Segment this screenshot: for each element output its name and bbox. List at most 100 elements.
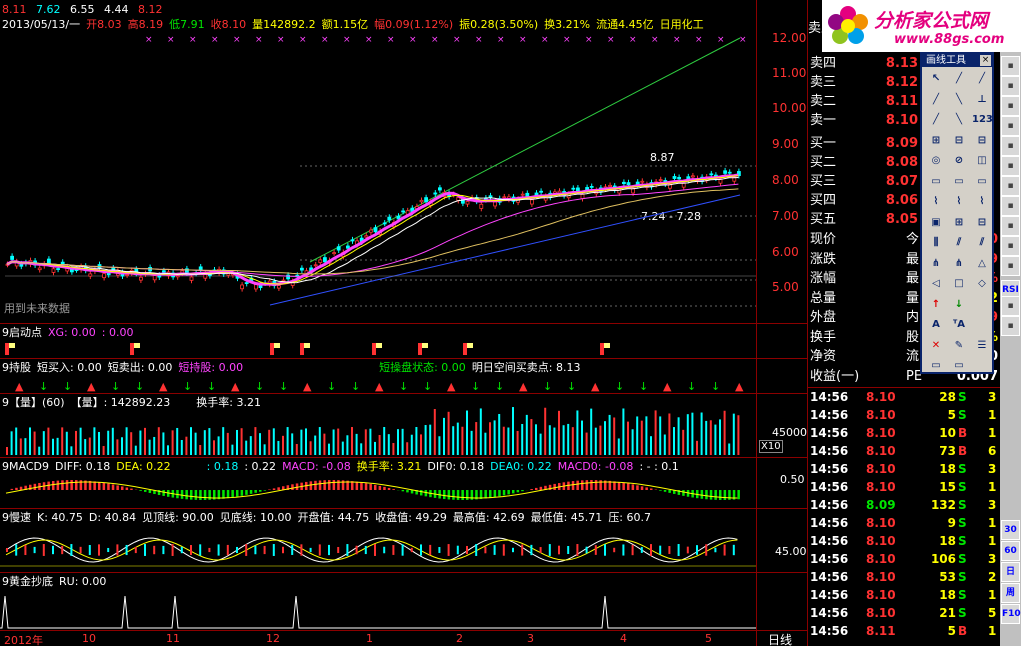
macd-bar (617, 481, 621, 490)
toolbar-icon[interactable]: ▪ (1001, 256, 1020, 276)
start-flag (418, 343, 422, 355)
toolbar-icon[interactable]: ▪ (1001, 116, 1020, 136)
toolbar-icon[interactable]: ▪ (1001, 236, 1020, 256)
right-toolbar-button[interactable]: 周 (1001, 583, 1020, 603)
kd-bar (208, 547, 211, 553)
draw-tool-icon[interactable]: ⊟ (972, 132, 992, 150)
kd-bar (686, 546, 689, 554)
draw-tool-icon[interactable]: ▭ (949, 173, 969, 191)
draw-tool-icon[interactable]: ⌇ (972, 193, 992, 211)
right-toolbar-button[interactable]: 30 (1001, 520, 1020, 540)
toolbar-icon[interactable]: ▪ (1001, 76, 1020, 96)
toolbar-icon[interactable]: ▪ (1001, 196, 1020, 216)
draw-tool-icon[interactable]: ⊥ (972, 91, 992, 109)
toolbar-icon[interactable]: ▪ (1001, 96, 1020, 116)
volume-bar (295, 443, 298, 455)
draw-tool-icon[interactable]: ⫽ (949, 234, 969, 252)
toolbar-icon[interactable]: ▪ (1001, 56, 1020, 76)
right-toolbar-button[interactable]: 日 (1001, 562, 1020, 582)
draw-tool-icon[interactable]: ▭ (926, 173, 946, 191)
draw-tool-icon[interactable]: ⌇ (926, 193, 946, 211)
toolbar-icon[interactable]: ▪ (1001, 136, 1020, 156)
draw-tool-icon[interactable]: ⊞ (949, 214, 969, 232)
sep-4 (0, 457, 807, 458)
draw-tool-icon[interactable]: ▣ (926, 214, 946, 232)
draw-tool-icon[interactable]: ╲ (949, 111, 969, 129)
draw-tool-icon[interactable]: 123 (972, 111, 993, 129)
draw-tool-icon[interactable]: A (926, 316, 946, 334)
draw-tool-icon[interactable]: ᵀA (949, 316, 969, 334)
time-tick: 10 (82, 632, 96, 645)
draw-tool-icon[interactable]: ◫ (972, 152, 992, 170)
candle-body (580, 193, 585, 200)
draw-tool-icon[interactable] (972, 357, 992, 375)
volume-bar (627, 421, 629, 455)
draw-tool-icon[interactable]: □ (949, 275, 969, 293)
draw-tool-icon[interactable]: ▭ (926, 357, 946, 375)
volume-bar (194, 432, 197, 455)
draw-tool-icon[interactable]: ⫽ (972, 234, 992, 252)
draw-tool-icon[interactable]: ◇ (972, 275, 992, 293)
p3-title: 9【量】(60) (2, 396, 65, 409)
draw-tool-icon[interactable]: ⌇ (949, 193, 969, 211)
quote-label: 涨幅 (810, 271, 837, 286)
sep-2 (0, 358, 807, 359)
macd-bar (29, 484, 32, 490)
draw-tool-icon[interactable]: ╲ (949, 91, 969, 109)
draw-tool-icon[interactable]: ↖ (926, 70, 946, 88)
draw-tool-icon[interactable]: ⊟ (949, 132, 969, 150)
candle-body (626, 182, 631, 186)
draw-tool-icon[interactable]: ⊟ (972, 214, 992, 232)
draw-tool-icon[interactable]: ⊘ (949, 152, 969, 170)
period-label[interactable]: 日线 (768, 631, 792, 646)
tick-time: 14:56 (810, 534, 849, 548)
draw-tool-icon[interactable]: ◎ (926, 152, 946, 170)
draw-tool-icon[interactable]: ⋔ (949, 255, 969, 273)
volume-bar (599, 425, 602, 455)
kd-bar (15, 544, 18, 556)
draw-tool-icon[interactable]: ╱ (972, 70, 992, 88)
kd-bar (98, 544, 100, 556)
draw-tool-icon[interactable]: ⫼ (926, 234, 946, 252)
sell-arrow-icon: ↓ (687, 380, 696, 393)
kd-bar (217, 544, 220, 556)
draw-tool-icon[interactable]: ⋔ (926, 255, 946, 273)
toolbar-icon[interactable]: ▪ (1001, 156, 1020, 176)
kd-bar (594, 545, 597, 555)
volume-bar (153, 436, 156, 455)
tick-time: 14:56 (810, 588, 849, 602)
draw-tool-icon[interactable]: ╱ (926, 91, 946, 109)
volume-bar (387, 434, 390, 455)
volume-bar (332, 429, 335, 455)
signal-marker: × (189, 35, 197, 45)
volume-bar (369, 428, 372, 455)
draw-tool-icon[interactable]: ╱ (949, 70, 969, 88)
right-toolbar-button[interactable]: 60 (1001, 541, 1020, 561)
draw-tool-icon[interactable]: ▭ (949, 357, 969, 375)
toolbar-icon[interactable]: ▪ (1001, 216, 1020, 236)
macd-bar (723, 490, 727, 500)
draw-tool-icon[interactable]: ⊞ (926, 132, 946, 150)
draw-tool-icon[interactable]: △ (972, 255, 992, 273)
drawing-tool-window[interactable]: 画线工具 × ↖ ╱ ╱ ╱ ╲ ⊥ ╱ ╲ 123 ⊞ ⊟ ⊟ ◎ ⊘ ◫ ▭ ▭ ▭ ⌇ ⌇ ⌇ ▣ ⊞ ⊟ ⫼ ⫽ ⫽ ⋔ ⋔ △ ◁… (920, 52, 994, 374)
volume-bar (452, 426, 455, 455)
draw-tool-icon[interactable]: ✎ (949, 337, 969, 355)
draw-tool-icon[interactable]: ╱ (926, 111, 946, 129)
signal-marker: × (585, 35, 593, 45)
quote-label: 换手 (810, 329, 837, 345)
quote-label: 买二 (810, 155, 837, 170)
draw-tool-icon[interactable] (972, 316, 992, 334)
draw-tool-icon[interactable] (972, 296, 992, 314)
toolbar-icon[interactable]: ▪ (1001, 316, 1020, 336)
draw-tool-icon[interactable]: ↓ (949, 296, 969, 314)
toolbar-icon[interactable]: ▪ (1001, 176, 1020, 196)
tool-close-icon[interactable]: × (980, 55, 991, 66)
chart-area[interactable]: 8.11 7.62 6.55 4.44 8.12 2013/05/13/一 开8.… (0, 0, 807, 646)
draw-tool-icon[interactable]: ▭ (972, 173, 992, 191)
draw-tool-icon[interactable]: ✕ (926, 337, 946, 355)
toolbar-icon[interactable]: ▪ (1001, 296, 1020, 316)
draw-tool-icon[interactable]: ↑ (926, 296, 946, 314)
draw-tool-icon[interactable]: ☰ (972, 337, 992, 355)
draw-tool-icon[interactable]: ◁ (926, 275, 946, 293)
right-toolbar-button[interactable]: F10 (1001, 604, 1021, 624)
